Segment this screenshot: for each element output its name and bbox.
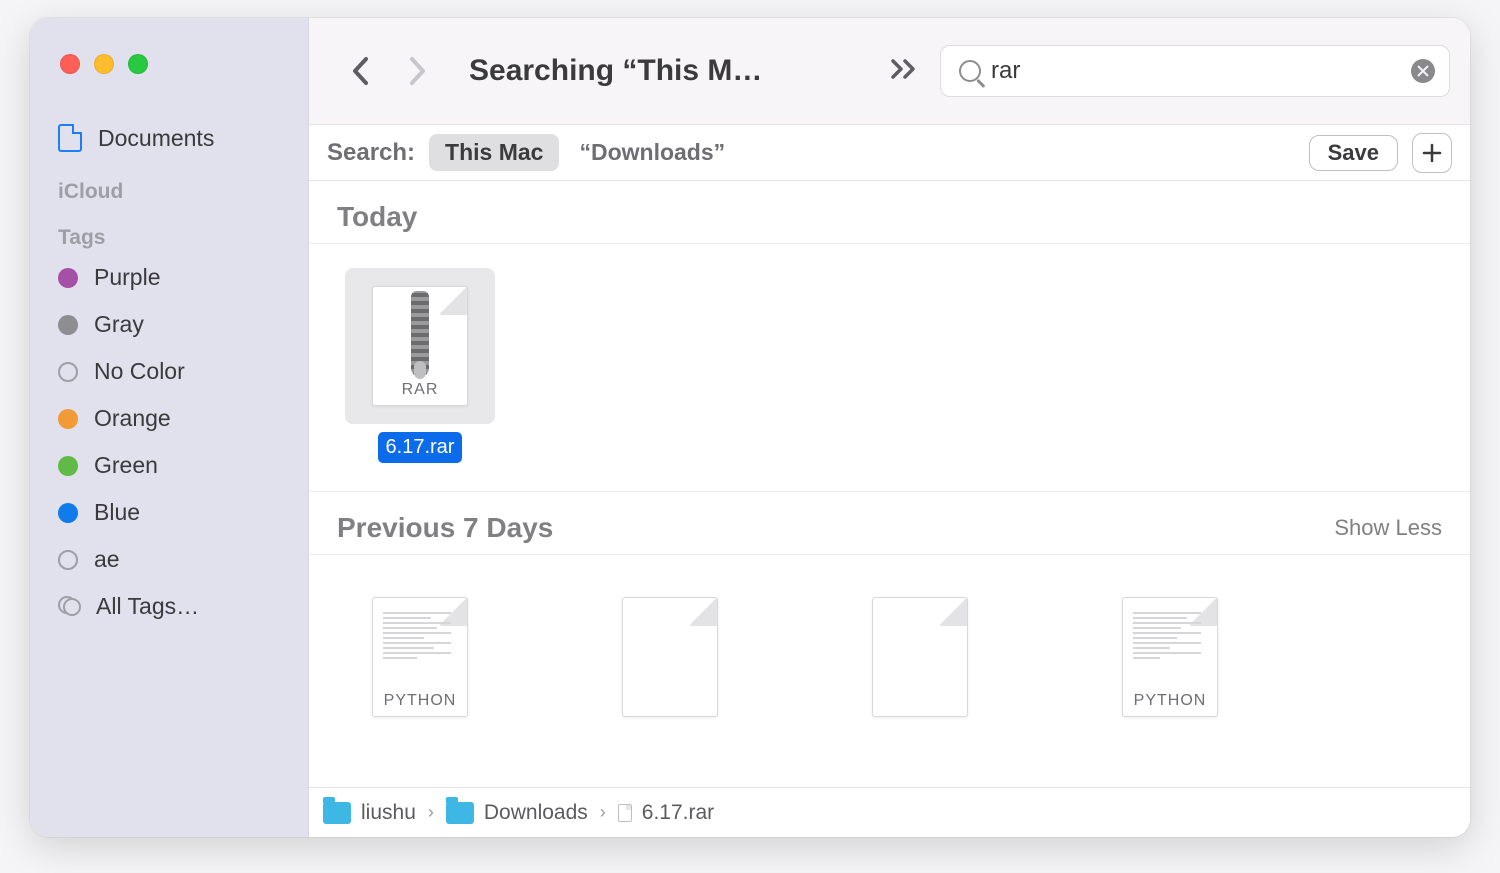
file-icon bbox=[618, 804, 632, 822]
file-item[interactable] bbox=[845, 579, 995, 735]
sidebar-tag-blue[interactable]: Blue bbox=[30, 489, 308, 536]
file-icon: RAR bbox=[345, 268, 495, 424]
path-segment[interactable]: 6.17.rar bbox=[642, 801, 714, 825]
all-tags-icon bbox=[58, 596, 80, 618]
chevron-right-icon bbox=[407, 56, 427, 86]
file-item[interactable]: PYTHON bbox=[345, 579, 495, 735]
file-format-label: PYTHON bbox=[384, 692, 457, 710]
sidebar-item-label: Green bbox=[94, 452, 158, 479]
tag-dot-icon bbox=[58, 268, 78, 288]
group-title: Today bbox=[337, 201, 417, 233]
plus-icon bbox=[1422, 143, 1442, 163]
window-controls bbox=[30, 36, 308, 114]
sidebar-tag-ae[interactable]: ae bbox=[30, 536, 308, 583]
chevron-left-icon bbox=[351, 56, 371, 86]
sidebar-tag-purple[interactable]: Purple bbox=[30, 254, 308, 301]
sidebar-tag-green[interactable]: Green bbox=[30, 442, 308, 489]
minimize-button[interactable] bbox=[94, 54, 114, 74]
forward-button[interactable] bbox=[393, 52, 441, 90]
search-icon bbox=[959, 60, 981, 82]
file-format-label: RAR bbox=[402, 381, 439, 399]
sidebar-section-icloud: iCloud bbox=[30, 162, 308, 208]
show-less-button[interactable]: Show Less bbox=[1334, 515, 1442, 541]
path-segment[interactable]: liushu bbox=[361, 801, 416, 825]
path-bar: liushu › Downloads › 6.17.rar bbox=[309, 787, 1470, 837]
sidebar-item-label: Gray bbox=[94, 311, 144, 338]
scope-label: Search: bbox=[327, 139, 415, 167]
file-item[interactable]: RAR 6.17.rar bbox=[345, 268, 495, 463]
chevron-right-icon: › bbox=[426, 802, 436, 823]
file-grid-today: RAR 6.17.rar bbox=[309, 244, 1470, 471]
sidebar-item-label: No Color bbox=[94, 358, 185, 385]
sidebar-item-label: Blue bbox=[94, 499, 140, 526]
main-area: Searching “This M… Search: This Mac “Dow… bbox=[309, 18, 1470, 837]
back-button[interactable] bbox=[337, 52, 385, 90]
file-format-label: PYTHON bbox=[1134, 692, 1207, 710]
path-segment[interactable]: Downloads bbox=[484, 801, 588, 825]
sidebar: Documents iCloud Tags Purple Gray No Col… bbox=[30, 18, 309, 837]
search-field[interactable] bbox=[940, 45, 1450, 97]
save-search-button[interactable]: Save bbox=[1309, 135, 1398, 171]
folder-icon bbox=[446, 802, 474, 824]
chevron-right-icon: › bbox=[598, 802, 608, 823]
file-item[interactable]: PYTHON bbox=[1095, 579, 1245, 735]
sidebar-item-label: All Tags… bbox=[96, 593, 199, 620]
clear-search-button[interactable] bbox=[1411, 59, 1435, 83]
file-grid-previous: PYTHON bbox=[309, 555, 1470, 743]
file-icon bbox=[595, 579, 745, 735]
tag-dot-icon bbox=[58, 550, 78, 570]
sidebar-item-label: Purple bbox=[94, 264, 160, 291]
file-icon bbox=[845, 579, 995, 735]
tag-dot-icon bbox=[58, 409, 78, 429]
sidebar-tag-gray[interactable]: Gray bbox=[30, 301, 308, 348]
file-item[interactable] bbox=[595, 579, 745, 735]
toolbar-overflow-button[interactable] bbox=[890, 54, 918, 88]
add-criteria-button[interactable] bbox=[1412, 133, 1452, 173]
file-icon: PYTHON bbox=[345, 579, 495, 735]
scope-downloads[interactable]: “Downloads” bbox=[573, 139, 725, 166]
finder-window: Documents iCloud Tags Purple Gray No Col… bbox=[30, 18, 1470, 837]
tag-dot-icon bbox=[58, 315, 78, 335]
group-title: Previous 7 Days bbox=[337, 512, 553, 544]
chevron-double-right-icon bbox=[890, 58, 918, 80]
tag-dot-icon bbox=[58, 456, 78, 476]
sidebar-tag-orange[interactable]: Orange bbox=[30, 395, 308, 442]
scope-this-mac[interactable]: This Mac bbox=[429, 134, 559, 171]
sidebar-all-tags[interactable]: All Tags… bbox=[30, 583, 308, 630]
tag-dot-icon bbox=[58, 503, 78, 523]
folder-icon bbox=[323, 802, 351, 824]
close-button[interactable] bbox=[60, 54, 80, 74]
group-header-today: Today bbox=[309, 181, 1470, 244]
sidebar-item-documents[interactable]: Documents bbox=[30, 114, 308, 162]
sidebar-section-tags: Tags bbox=[30, 208, 308, 254]
maximize-button[interactable] bbox=[128, 54, 148, 74]
window-title: Searching “This M… bbox=[469, 54, 762, 88]
file-icon: PYTHON bbox=[1095, 579, 1245, 735]
file-name[interactable]: 6.17.rar bbox=[378, 432, 463, 463]
search-input[interactable] bbox=[991, 57, 1401, 85]
sidebar-item-label: ae bbox=[94, 546, 120, 573]
document-icon bbox=[58, 124, 82, 152]
search-scope-bar: Search: This Mac “Downloads” Save bbox=[309, 125, 1470, 181]
sidebar-item-label: Documents bbox=[98, 125, 214, 152]
sidebar-item-label: Orange bbox=[94, 405, 171, 432]
results-content: Today RAR 6.17.rar Previous 7 Days bbox=[309, 181, 1470, 787]
toolbar: Searching “This M… bbox=[309, 18, 1470, 125]
group-header-previous: Previous 7 Days Show Less bbox=[309, 491, 1470, 555]
tag-dot-icon bbox=[58, 362, 78, 382]
sidebar-tag-nocolor[interactable]: No Color bbox=[30, 348, 308, 395]
